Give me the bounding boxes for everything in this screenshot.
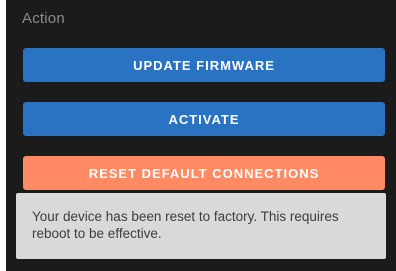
update-firmware-button[interactable]: UPDATE FIRMWARE xyxy=(23,48,385,82)
activate-button[interactable]: ACTIVATE xyxy=(23,102,385,136)
section-title: Action xyxy=(22,10,65,27)
toast-message: Your device has been reset to factory. T… xyxy=(32,209,339,241)
reset-default-connections-button[interactable]: RESET DEFAULT CONNECTIONS xyxy=(23,156,385,190)
reset-notification-toast: Your device has been reset to factory. T… xyxy=(16,193,386,259)
